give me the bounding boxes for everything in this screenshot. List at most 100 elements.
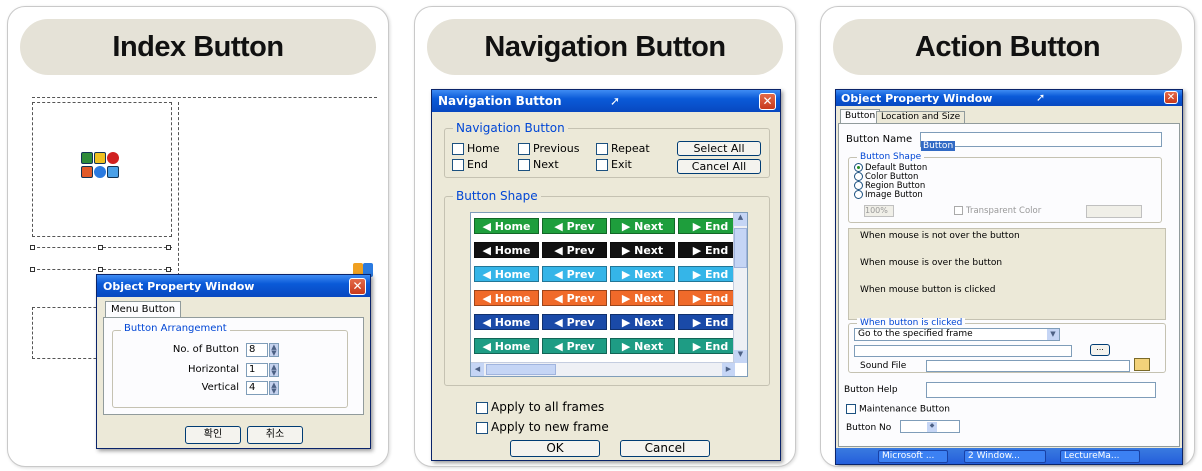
taskbar-item[interactable]: 2 Window... <box>964 450 1046 463</box>
vertical-scrollbar[interactable]: ▲ ▼ <box>733 213 747 363</box>
field-label: Vertical <box>201 382 239 393</box>
checkbox-label: Previous <box>533 142 580 155</box>
sound-file-input[interactable] <box>926 360 1130 372</box>
selection-handle[interactable] <box>30 267 35 272</box>
checkbox-previous[interactable]: Previous <box>518 142 580 155</box>
checkbox-next[interactable]: Next <box>518 158 559 171</box>
sound-file-label: Sound File <box>860 361 907 371</box>
book-icon[interactable] <box>81 152 93 164</box>
group-label: Navigation Button <box>453 121 568 135</box>
dialog-titlebar[interactable]: Navigation Button ➚ <box>432 90 780 112</box>
group-label: When button is clicked <box>857 318 966 328</box>
dialog-titlebar[interactable]: Object Property Window <box>97 275 370 297</box>
cancel-all-button[interactable]: Cancel All <box>677 159 761 174</box>
button-name-input[interactable]: Button <box>920 132 1162 151</box>
radio-image-button[interactable]: Image Button <box>854 190 923 200</box>
taskbar-item[interactable]: LectureMa... <box>1060 450 1140 463</box>
panel-title: Index Button <box>112 30 284 63</box>
scroll-right-icon[interactable]: ▶ <box>722 363 735 376</box>
action-select[interactable]: Go to the specified frame ▼ <box>854 328 1060 341</box>
notes-icon[interactable] <box>94 152 106 164</box>
horizontal-scrollbar[interactable]: ◀ ▶ <box>471 362 735 376</box>
nav-button-preview: ▶ Next <box>610 242 675 258</box>
selection-handle[interactable] <box>166 245 171 250</box>
close-icon[interactable]: ✕ <box>349 278 366 295</box>
maintenance-checkbox[interactable]: Maintenance Button <box>846 404 950 415</box>
shape-option-row[interactable]: ◀ Home ◀ Prev ▶ Next ▶ End <box>471 337 743 357</box>
button-shape-list[interactable]: ◀ Home ◀ Prev ▶ Next ▶ End ◀ Home ◀ Prev ▶ Nex… <box>470 212 748 377</box>
scroll-down-icon[interactable]: ▼ <box>734 350 747 363</box>
shape-option-row[interactable]: ◀ Home ◀ Prev ▶ Next ▶ End <box>471 265 743 285</box>
scroll-thumb[interactable] <box>734 228 747 268</box>
horizontal-input[interactable]: 1 <box>246 363 268 377</box>
ok-button[interactable]: OK <box>510 440 600 457</box>
nav-button-preview: ◀ Home <box>474 266 539 282</box>
shape-rows: ◀ Home ◀ Prev ▶ Next ▶ End ◀ Home ◀ Prev ▶ Nex… <box>471 213 743 363</box>
browse-button[interactable]: ... <box>1090 344 1110 356</box>
selection-handle[interactable] <box>30 245 35 250</box>
checkbox-label: Transparent Color <box>966 206 1042 216</box>
button-name-label: Button Name <box>846 134 913 145</box>
navigation-button-dialog: Navigation Button ➚ ✕ Navigation Button … <box>431 89 781 461</box>
spinner-icon[interactable]: ▲ ▼ <box>269 343 279 357</box>
shape-option-row[interactable]: ◀ Home ◀ Prev ▶ Next ▶ End <box>471 289 743 309</box>
button-count-input[interactable]: 8 <box>246 343 268 357</box>
checkbox-label: Repeat <box>611 142 650 155</box>
folder-icon[interactable] <box>1134 358 1150 371</box>
spinner-icon[interactable]: ▲ ▼ <box>269 363 279 377</box>
tab-location-size[interactable]: Location and Size <box>876 111 966 123</box>
image-icon[interactable] <box>81 166 93 178</box>
panel-title-pill: Index Button <box>20 19 376 75</box>
taskbar: Microsoft ... 2 Window... LectureMa... <box>836 448 1182 464</box>
checkbox-label: Apply to all frames <box>491 400 605 414</box>
vertical-input[interactable]: 4 <box>246 381 268 395</box>
ok-button[interactable]: 확인 <box>185 426 241 444</box>
globe-icon[interactable] <box>94 166 106 178</box>
apply-all-frames-checkbox[interactable]: Apply to all frames <box>476 400 604 414</box>
target-input[interactable] <box>854 345 1072 357</box>
tab-menu-button[interactable]: Menu Button <box>105 301 182 317</box>
radio-label: Image Button <box>865 190 923 200</box>
close-icon[interactable]: ✕ <box>1164 91 1178 104</box>
close-icon[interactable]: ✕ <box>759 93 776 110</box>
selection-handle[interactable] <box>98 245 103 250</box>
document-icon[interactable] <box>107 166 119 178</box>
checkbox-end[interactable]: End <box>452 158 488 171</box>
group-label: Button Shape <box>453 189 541 203</box>
apply-new-frame-checkbox[interactable]: Apply to new frame <box>476 420 609 434</box>
selection-handle[interactable] <box>98 267 103 272</box>
checkbox-label: Next <box>533 158 559 171</box>
panel-title: Action Button <box>914 30 1101 63</box>
nav-button-preview: ◀ Home <box>474 290 539 306</box>
shape-option-row[interactable]: ◀ Home ◀ Prev ▶ Next ▶ End <box>471 217 743 237</box>
tab-button[interactable]: Button <box>840 109 881 123</box>
group-label: Button Arrangement <box>121 323 230 334</box>
dialog-title: Object Property Window <box>841 92 993 105</box>
scroll-left-icon[interactable]: ◀ <box>471 363 484 376</box>
checkbox-repeat[interactable]: Repeat <box>596 142 650 155</box>
dialog-titlebar[interactable]: Object Property Window ➚ <box>836 90 1182 106</box>
button-help-input[interactable] <box>926 382 1156 398</box>
dialog-title: Object Property Window <box>103 280 255 293</box>
scroll-thumb[interactable] <box>486 364 556 375</box>
chevron-down-icon[interactable]: ▼ <box>1047 329 1059 340</box>
cancel-button[interactable]: Cancel <box>620 440 710 457</box>
tab-label: Menu Button <box>111 304 176 315</box>
checkbox-home[interactable]: Home <box>452 142 499 155</box>
cancel-button[interactable]: 취소 <box>247 426 303 444</box>
dialog-title: Navigation Button <box>438 94 562 108</box>
selection-handle[interactable] <box>166 267 171 272</box>
select-all-button[interactable]: Select All <box>677 141 761 156</box>
button-no-input[interactable]: ◆ <box>900 420 960 433</box>
spinner-icon[interactable]: ◆ <box>927 422 937 432</box>
taskbar-item[interactable]: Microsoft ... <box>878 450 948 463</box>
checkbox-label: Maintenance Button <box>859 404 950 415</box>
shape-option-row[interactable]: ◀ Home ◀ Prev ▶ Next ▶ End <box>471 313 743 333</box>
spinner-icon[interactable]: ▲ ▼ <box>269 381 279 395</box>
shape-option-row[interactable]: ◀ Home ◀ Prev ▶ Next ▶ End <box>471 241 743 261</box>
field-label: No. of Button <box>172 344 239 355</box>
checkbox-exit[interactable]: Exit <box>596 158 632 171</box>
stop-icon[interactable] <box>107 152 119 164</box>
tab-page: Button Arrangement No. of Button 8 ▲ ▼ Ho… <box>103 317 364 415</box>
scroll-up-icon[interactable]: ▲ <box>734 213 747 226</box>
